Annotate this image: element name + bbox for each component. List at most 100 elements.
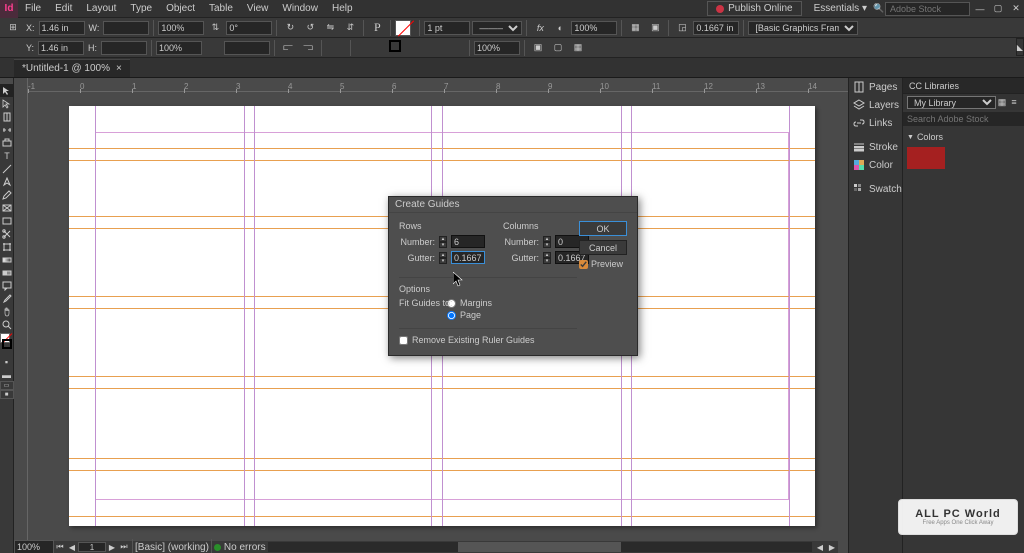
zoom-level-input[interactable] bbox=[14, 540, 54, 553]
column-guide[interactable] bbox=[254, 106, 255, 526]
h-input[interactable] bbox=[101, 41, 147, 55]
gap-tool[interactable] bbox=[0, 123, 14, 136]
rotate-cw-button[interactable]: ↻ bbox=[281, 20, 299, 36]
shear-input[interactable] bbox=[224, 41, 270, 55]
menu-window[interactable]: Window bbox=[275, 3, 325, 14]
corner-radius-input[interactable] bbox=[693, 21, 739, 35]
stroke-style-select[interactable]: ——— bbox=[472, 21, 522, 35]
line-tool[interactable] bbox=[0, 162, 14, 175]
direct-selection-tool[interactable] bbox=[0, 97, 14, 110]
corner-options[interactable]: ◲ bbox=[673, 20, 691, 36]
scroll-right-button[interactable]: ▶ bbox=[826, 542, 838, 552]
publish-online-button[interactable]: Publish Online bbox=[707, 1, 801, 16]
panel-layers[interactable]: Layers bbox=[849, 96, 902, 114]
library-menu-icon[interactable]: ≡ bbox=[1008, 96, 1020, 108]
frame-fit-2[interactable]: ▢ bbox=[549, 40, 567, 56]
window-close[interactable]: ✕ bbox=[1008, 3, 1024, 15]
scale-y-input[interactable] bbox=[156, 41, 202, 55]
zoom-tool[interactable] bbox=[0, 318, 14, 331]
rows-gutter-stepper[interactable]: ▴▾ bbox=[439, 252, 447, 264]
workspace-switcher[interactable]: Essentials ▾ bbox=[808, 3, 873, 14]
text-wrap-none[interactable]: ▦ bbox=[626, 20, 644, 36]
pencil-tool[interactable] bbox=[0, 188, 14, 201]
rectangle-tool[interactable] bbox=[0, 214, 14, 227]
flip-v-button[interactable]: ⇵ bbox=[341, 20, 359, 36]
first-spread-button[interactable]: ⏮ bbox=[54, 542, 66, 552]
fill-stroke-proxy[interactable] bbox=[0, 333, 14, 355]
horizontal-ruler[interactable]: -101234567891011121314 bbox=[28, 78, 848, 92]
window-maximize[interactable]: ▢ bbox=[990, 3, 1006, 15]
menu-help[interactable]: Help bbox=[325, 3, 360, 14]
content-collector-tool[interactable] bbox=[0, 136, 14, 149]
rectangle-frame-tool[interactable] bbox=[0, 201, 14, 214]
page-tool[interactable] bbox=[0, 110, 14, 123]
library-select[interactable]: My Library bbox=[907, 96, 996, 109]
opacity-input[interactable] bbox=[571, 21, 617, 35]
menu-layout[interactable]: Layout bbox=[79, 3, 123, 14]
library-add-icon[interactable]: ▦ bbox=[996, 96, 1008, 108]
prev-spread-button[interactable]: ◀ bbox=[66, 542, 78, 552]
preflight-status[interactable]: No errors bbox=[214, 542, 266, 553]
cancel-button[interactable]: Cancel bbox=[579, 240, 627, 255]
hand-tool[interactable] bbox=[0, 305, 14, 318]
note-tool[interactable] bbox=[0, 279, 14, 292]
frame-fit-1[interactable]: ▣ bbox=[529, 40, 547, 56]
scissors-tool[interactable] bbox=[0, 227, 14, 240]
vertical-ruler[interactable] bbox=[14, 78, 28, 553]
rows-number-input[interactable] bbox=[451, 235, 485, 248]
zoom-input-2[interactable] bbox=[474, 41, 520, 55]
frame-fit-3[interactable]: ▦ bbox=[569, 40, 587, 56]
panel-links[interactable]: Links bbox=[849, 114, 902, 132]
colors-section-header[interactable]: Colors bbox=[907, 130, 1020, 144]
paragraph-tool[interactable]: P bbox=[368, 20, 386, 36]
reference-point[interactable]: ⊞ bbox=[4, 20, 22, 36]
close-tab-icon[interactable]: × bbox=[116, 63, 122, 74]
x-input[interactable] bbox=[39, 21, 85, 35]
document-tab[interactable]: *Untitled-1 @ 100% × bbox=[14, 59, 130, 77]
eyedropper-tool[interactable] bbox=[0, 292, 14, 305]
panel-pages[interactable]: Pages bbox=[849, 78, 902, 96]
stroke-swatch[interactable] bbox=[389, 40, 401, 52]
page-number-input[interactable] bbox=[78, 542, 106, 552]
text-wrap-bbox[interactable]: ▣ bbox=[646, 20, 664, 36]
menu-type[interactable]: Type bbox=[123, 3, 159, 14]
opacity-button[interactable]: ◐ bbox=[551, 20, 569, 36]
column-guide[interactable] bbox=[789, 106, 790, 526]
preview-checkbox[interactable]: Preview bbox=[579, 259, 627, 269]
h-scrollbar[interactable] bbox=[268, 542, 812, 552]
ok-button[interactable]: OK bbox=[579, 221, 627, 236]
fit-page-radio[interactable] bbox=[447, 311, 456, 320]
type-tool[interactable]: T bbox=[0, 149, 14, 162]
master-indicator[interactable]: [Basic] (working) bbox=[135, 542, 209, 553]
menu-view[interactable]: View bbox=[240, 3, 276, 14]
remove-existing-checkbox[interactable]: Remove Existing Ruler Guides bbox=[399, 335, 627, 345]
free-transform-tool[interactable] bbox=[0, 240, 14, 253]
constrain-scale[interactable]: ⇅ bbox=[206, 20, 224, 36]
rows-gutter-input[interactable] bbox=[451, 251, 485, 264]
column-guide[interactable] bbox=[95, 106, 96, 526]
window-minimize[interactable]: — bbox=[972, 3, 988, 15]
scale-x-input[interactable] bbox=[158, 21, 204, 35]
apply-color-button[interactable]: ▪ bbox=[0, 355, 14, 368]
cc-libraries-tab[interactable]: CC Libraries bbox=[903, 78, 1024, 94]
column-guide[interactable] bbox=[244, 106, 245, 526]
next-spread-button[interactable]: ▶ bbox=[106, 542, 118, 552]
w-input[interactable] bbox=[103, 21, 149, 35]
fx-button[interactable]: fx bbox=[531, 20, 549, 36]
control-bar-expand[interactable]: ◣ bbox=[1016, 38, 1024, 56]
rotate-input[interactable] bbox=[226, 21, 272, 35]
last-spread-button[interactable]: ⏭ bbox=[118, 542, 130, 552]
flip-h-button[interactable]: ⇋ bbox=[321, 20, 339, 36]
scroll-left-button[interactable]: ◀ bbox=[814, 542, 826, 552]
rows-number-stepper[interactable]: ▴▾ bbox=[439, 236, 447, 248]
pen-tool[interactable] bbox=[0, 175, 14, 188]
apply-gradient-button[interactable]: ▬ bbox=[0, 368, 14, 381]
selection-tool[interactable] bbox=[0, 84, 14, 97]
cols-gutter-stepper[interactable]: ▴▾ bbox=[543, 252, 551, 264]
menu-object[interactable]: Object bbox=[159, 3, 202, 14]
gradient-feather-tool[interactable] bbox=[0, 266, 14, 279]
align-center-button[interactable]: ⫎ bbox=[299, 40, 317, 56]
stroke-weight-input[interactable] bbox=[424, 21, 470, 35]
menu-table[interactable]: Table bbox=[202, 3, 240, 14]
library-search-input[interactable] bbox=[903, 112, 1024, 126]
